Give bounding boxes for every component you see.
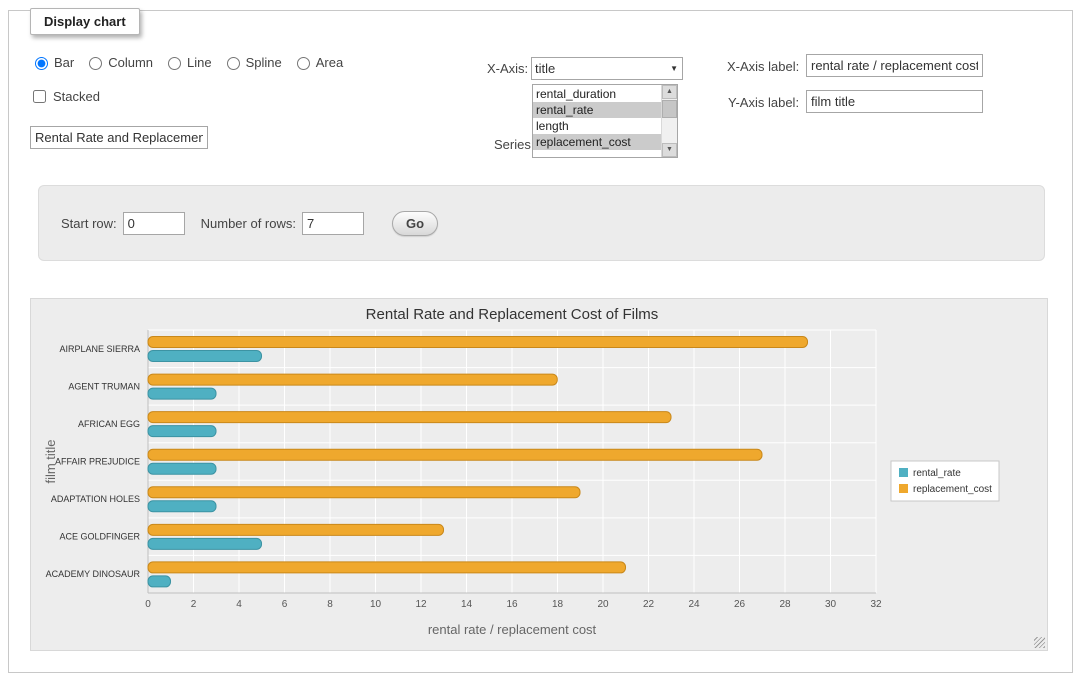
chart-type-radio-area[interactable] xyxy=(297,57,310,70)
chart-type-radios: Bar Column Line Spline Area xyxy=(30,54,343,70)
series-select-label: Series: xyxy=(494,137,534,152)
x-axis-label-input[interactable] xyxy=(806,54,983,77)
chart-type-radio-bar[interactable] xyxy=(35,57,48,70)
category-label: AFFAIR PREJUDICE xyxy=(55,457,140,467)
category-label: ADAPTATION HOLES xyxy=(51,494,140,504)
scrollbar-down-arrow-icon[interactable]: ▼ xyxy=(662,143,677,157)
stacked-label: Stacked xyxy=(53,89,100,104)
x-tick-label: 22 xyxy=(643,599,655,610)
stacked-option[interactable]: Stacked xyxy=(29,87,100,106)
chart-type-option-line[interactable]: Line xyxy=(163,54,212,70)
series-option-rental_rate[interactable]: rental_rate xyxy=(533,102,661,118)
category-label: AGENT TRUMAN xyxy=(68,381,140,391)
chart-container: 02468101214161820222426283032AIRPLANE SI… xyxy=(30,298,1048,651)
x-tick-label: 32 xyxy=(870,599,882,610)
chart-type-radio-column[interactable] xyxy=(89,57,102,70)
chart-type-option-spline[interactable]: Spline xyxy=(222,54,282,70)
x-tick-label: 28 xyxy=(779,599,791,610)
x-tick-label: 4 xyxy=(236,599,242,610)
chart-type-option-bar[interactable]: Bar xyxy=(30,54,74,70)
stacked-checkbox[interactable] xyxy=(33,90,46,103)
y-axis-label-input[interactable] xyxy=(806,90,983,113)
number-of-rows-input[interactable] xyxy=(302,212,364,235)
bar-replacement_cost xyxy=(148,374,557,385)
scrollbar-thumb[interactable] xyxy=(662,100,677,118)
chart-title: Rental Rate and Replacement Cost of Film… xyxy=(366,306,659,323)
chart-type-option-column[interactable]: Column xyxy=(84,54,153,70)
category-label: AFRICAN EGG xyxy=(78,419,140,429)
chart-type-radio-label: Column xyxy=(108,55,153,70)
x-axis-select-label: X-Axis: xyxy=(487,61,528,76)
category-label: ACE GOLDFINGER xyxy=(59,532,140,542)
bar-rental_rate xyxy=(148,538,262,549)
bar-replacement_cost xyxy=(148,412,671,423)
chart-type-radio-label: Bar xyxy=(54,55,74,70)
x-axis-title: rental rate / replacement cost xyxy=(428,622,597,637)
series-option-replacement_cost[interactable]: replacement_cost xyxy=(533,134,661,150)
x-tick-label: 14 xyxy=(461,599,473,610)
start-row-input[interactable] xyxy=(123,212,185,235)
x-axis-label-label: X-Axis label: xyxy=(727,59,799,74)
go-button[interactable]: Go xyxy=(392,211,438,236)
start-row-label: Start row: xyxy=(61,216,117,231)
rows-panel: Start row: Number of rows: Go xyxy=(38,185,1045,261)
chart-type-radio-label: Spline xyxy=(246,55,282,70)
x-tick-label: 18 xyxy=(552,599,564,610)
chart-type-radio-line[interactable] xyxy=(168,57,181,70)
x-tick-label: 16 xyxy=(506,599,518,610)
x-tick-label: 26 xyxy=(734,599,746,610)
fieldset-legend: Display chart xyxy=(30,8,140,35)
chart-type-radio-label: Line xyxy=(187,55,212,70)
series-option-rental_duration[interactable]: rental_duration xyxy=(533,86,661,102)
chart-title-input[interactable] xyxy=(30,126,208,149)
bar-rental_rate xyxy=(148,426,216,437)
bar-replacement_cost xyxy=(148,487,580,498)
x-tick-label: 10 xyxy=(370,599,382,610)
chart-type-option-area[interactable]: Area xyxy=(292,54,343,70)
bar-replacement_cost xyxy=(148,562,626,573)
series-listbox-scrollbar[interactable]: ▲ ▼ xyxy=(661,85,677,157)
chart-legend-box xyxy=(891,461,999,501)
x-tick-label: 24 xyxy=(688,599,700,610)
series-listbox[interactable]: rental_durationrental_ratelengthreplacem… xyxy=(532,84,678,158)
bar-replacement_cost xyxy=(148,449,762,460)
chart-type-radio-spline[interactable] xyxy=(227,57,240,70)
x-tick-label: 6 xyxy=(282,599,288,610)
legend-swatch-replacement_cost[interactable] xyxy=(899,484,908,493)
legend-label-rental_rate[interactable]: rental_rate xyxy=(913,468,961,479)
bar-chart: 02468101214161820222426283032AIRPLANE SI… xyxy=(31,299,1047,650)
scrollbar-up-arrow-icon[interactable]: ▲ xyxy=(662,85,677,99)
bar-rental_rate xyxy=(148,576,171,587)
x-tick-label: 0 xyxy=(145,599,151,610)
legend-label-replacement_cost[interactable]: replacement_cost xyxy=(913,484,992,495)
y-axis-label-label: Y-Axis label: xyxy=(728,95,799,110)
resize-handle-icon[interactable] xyxy=(1034,637,1045,648)
legend-swatch-rental_rate[interactable] xyxy=(899,468,908,477)
series-listbox-options: rental_durationrental_ratelengthreplacem… xyxy=(533,85,661,157)
bar-rental_rate xyxy=(148,463,216,474)
display-chart-panel: BarColumnLineSplineArea Stacked X-Axis: … xyxy=(8,10,1073,673)
bar-rental_rate xyxy=(148,351,262,362)
x-axis-select[interactable]: title xyxy=(531,57,683,80)
x-axis-select-wrap: title ▼ xyxy=(531,57,683,80)
category-label: ACADEMY DINOSAUR xyxy=(46,569,141,579)
series-option-length[interactable]: length xyxy=(533,118,661,134)
number-of-rows-label: Number of rows: xyxy=(201,216,296,231)
bar-rental_rate xyxy=(148,501,216,512)
y-axis-title: film title xyxy=(43,439,58,483)
bar-replacement_cost xyxy=(148,524,444,535)
x-tick-label: 12 xyxy=(415,599,427,610)
chart-type-radio-label: Area xyxy=(316,55,343,70)
bar-rental_rate xyxy=(148,388,216,399)
bar-replacement_cost xyxy=(148,337,808,348)
x-tick-label: 2 xyxy=(191,599,197,610)
x-tick-label: 20 xyxy=(597,599,609,610)
x-tick-label: 30 xyxy=(825,599,837,610)
category-label: AIRPLANE SIERRA xyxy=(59,344,140,354)
x-tick-label: 8 xyxy=(327,599,333,610)
